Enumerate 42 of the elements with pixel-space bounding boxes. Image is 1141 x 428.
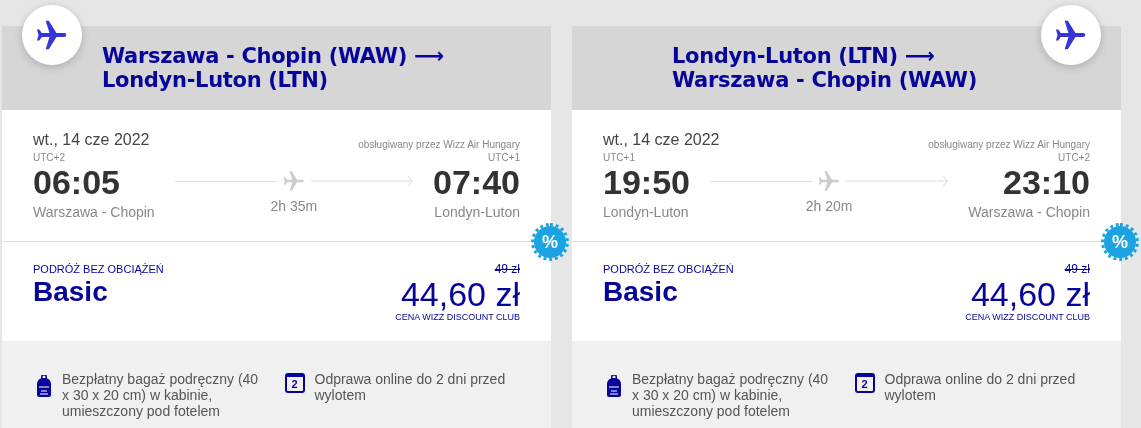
flight-duration: 2h 20m	[805, 197, 853, 216]
old-price: 49 zł	[494, 262, 520, 276]
price: 44,60 zł	[400, 276, 520, 312]
fare-label: PODRÓŻ BEZ OBCIĄŻEŃ	[33, 262, 164, 276]
airport-name: Warszawa - Chopin	[33, 203, 155, 222]
price-note: CENA WIZZ DISCOUNT CLUB	[965, 312, 1090, 323]
arrival-time: 07:40	[433, 164, 520, 200]
backpack-icon	[606, 375, 622, 397]
route-title: Londyn-Luton (LTN) ⟶ Warszawa - Chopin (WAW)	[671, 44, 978, 92]
departure-time: 19:50	[603, 164, 690, 200]
timezone-label: UTC+1	[488, 152, 520, 164]
fare-label: PODRÓŻ BEZ OBCIĄŻEŃ	[603, 262, 734, 276]
fare-name: Basic	[33, 276, 109, 308]
operator-text: obsługiwany przez Wizz Air Hungary	[358, 138, 520, 152]
arrow-line-icon	[310, 175, 414, 187]
airport-name: Warszawa - Chopin	[968, 203, 1090, 222]
calendar-icon: 2	[284, 373, 305, 393]
flight-date: wt., 14 cze 2022	[603, 130, 720, 150]
flight-duration: 2h 35m	[270, 197, 318, 216]
arrival-time: 23:10	[1003, 164, 1090, 200]
price-note: CENA WIZZ DISCOUNT CLUB	[395, 312, 520, 323]
feature-text: Bezpłatny bagaż podręczny (40 x 30 x 20 cm) w kabinie, umieszczony pod fotelem	[62, 371, 260, 419]
feature-text: Odprawa online do 2 dni przed wylotem	[314, 371, 507, 403]
discount-badge: %	[534, 226, 566, 258]
route-title: Warszawa - Chopin (WAW) ⟶ Londyn-Luton (LTN)	[101, 44, 445, 92]
timezone-label: UTC+2	[1058, 152, 1090, 164]
backpack-icon	[36, 375, 52, 397]
price: 44,60 zł	[970, 276, 1090, 312]
arrow-line-icon	[846, 175, 949, 187]
airport-name: Londyn-Luton	[434, 203, 520, 222]
feature-text: Odprawa online do 2 dni przed wylotem	[884, 371, 1077, 403]
operator-text: obsługiwany przez Wizz Air Hungary	[928, 138, 1090, 152]
calendar-icon: 2	[854, 373, 875, 393]
flight-date: wt., 14 cze 2022	[33, 130, 150, 150]
discount-badge: %	[1104, 226, 1136, 258]
old-price: 49 zł	[1064, 262, 1090, 276]
timezone-label: UTC+2	[33, 152, 65, 164]
timezone-label: UTC+1	[603, 152, 635, 164]
departure-time: 06:05	[33, 164, 120, 200]
fare-name: Basic	[603, 276, 679, 308]
feature-text: Bezpłatny bagaż podręczny (40 x 30 x 20 cm) w kabinie, umieszczony pod fotelem	[632, 371, 830, 419]
airport-name: Londyn-Luton	[603, 203, 689, 222]
